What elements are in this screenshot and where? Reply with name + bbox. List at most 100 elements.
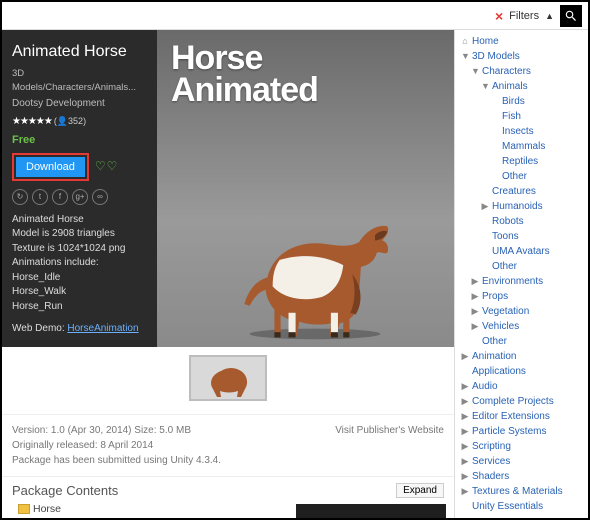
category-item[interactable]: ▶Vehicles (461, 319, 582, 334)
thumbnail[interactable] (189, 355, 267, 401)
arrow-icon: ▶ (461, 441, 469, 453)
category-item[interactable]: ▶Editor Extensions (461, 409, 582, 424)
download-highlight: Download (12, 153, 89, 181)
category-label: Animation (472, 350, 516, 363)
category-item[interactable]: ▶Complete Projects (461, 394, 582, 409)
category-item[interactable]: Insects (461, 124, 582, 139)
category-item[interactable]: UMA Avatars (461, 244, 582, 259)
category-list: ⌂Home▼3D Models▼Characters▼AnimalsBirdsF… (461, 34, 582, 514)
rating-count: (👤352) (54, 116, 86, 126)
category-item[interactable]: ▶Textures & Materials (461, 484, 582, 499)
asset-breadcrumb[interactable]: 3D Models/Characters/Animals... (12, 67, 147, 95)
category-label: Toons (492, 230, 519, 243)
category-label: Applications (472, 365, 526, 378)
category-item[interactable]: Other (461, 169, 582, 184)
category-item[interactable]: ▶Shaders (461, 469, 582, 484)
category-item[interactable]: ▶Audio (461, 379, 582, 394)
filters-label[interactable]: Filters (509, 10, 539, 22)
arrow-icon: ▶ (471, 306, 479, 318)
category-label: Environments (482, 275, 543, 288)
package-title: Package Contents (12, 483, 118, 498)
share-icon[interactable]: ↻ (12, 189, 28, 205)
category-label: Textures & Materials (472, 485, 563, 498)
category-item[interactable]: ▶Scripting (461, 439, 582, 454)
category-item[interactable]: ▶Animation (461, 349, 582, 364)
category-label: Shaders (472, 470, 509, 483)
main-area: Animated Horse 3D Models/Characters/Anim… (2, 30, 588, 518)
category-item[interactable]: Fish (461, 109, 582, 124)
category-label: Particle Systems (472, 425, 546, 438)
publisher-website-link[interactable]: Visit Publisher's Website (335, 423, 444, 438)
category-item[interactable]: ⌂Home (461, 34, 582, 49)
close-icon[interactable]: × (495, 8, 503, 24)
package-header: Package Contents Expand (2, 477, 454, 500)
category-item[interactable]: Mammals (461, 139, 582, 154)
arrow-icon: ▶ (461, 351, 469, 363)
category-item[interactable]: Applications (461, 364, 582, 379)
favorite-icon[interactable]: ♡♡ (95, 158, 119, 175)
category-label: Fish (502, 110, 521, 123)
asset-rating: ★★★★★(👤352) (12, 115, 147, 130)
category-item[interactable]: ▶Services (461, 454, 582, 469)
meta-released: Originally released: 8 April 2014 (12, 438, 444, 453)
category-label: Other (492, 260, 517, 273)
category-label: Audio (472, 380, 498, 393)
category-label: Complete Projects (472, 395, 554, 408)
arrow-icon: ▶ (471, 291, 479, 303)
category-item[interactable]: Birds (461, 94, 582, 109)
category-label: Creatures (492, 185, 536, 198)
twitter-icon[interactable]: t (32, 189, 48, 205)
web-demo: Web Demo: HorseAnimation (12, 322, 147, 337)
top-bar: × Filters ▲ (2, 2, 588, 30)
arrow-icon: ▶ (471, 321, 479, 333)
arrow-icon: ▶ (461, 486, 469, 498)
category-label: Humanoids (492, 200, 543, 213)
category-item[interactable]: ▶Particle Systems (461, 424, 582, 439)
triangle-up-icon[interactable]: ▲ (545, 11, 554, 21)
search-icon (564, 9, 578, 23)
facebook-icon[interactable]: f (52, 189, 68, 205)
category-item[interactable]: Other (461, 334, 582, 349)
category-item[interactable]: Toons (461, 229, 582, 244)
category-item[interactable]: ▶Props (461, 289, 582, 304)
category-label: Mammals (502, 140, 545, 153)
arrow-icon: ▶ (471, 276, 479, 288)
category-item[interactable]: ▶Vegetation (461, 304, 582, 319)
tree-label: Animation (45, 517, 92, 518)
category-label: Other (482, 335, 507, 348)
search-button[interactable] (560, 5, 582, 27)
tree-label: Horse (33, 503, 61, 515)
tree-row[interactable]: Horse (8, 502, 288, 516)
category-label: Home (472, 35, 499, 48)
category-item[interactable]: Creatures (461, 184, 582, 199)
arrow-icon: ▼ (461, 51, 469, 63)
arrow-icon: ▼ (481, 81, 489, 93)
expand-button[interactable]: Expand (396, 483, 444, 498)
meta-submitted: Package has been submitted using Unity 4… (12, 453, 444, 468)
category-item[interactable]: Other (461, 259, 582, 274)
web-demo-link[interactable]: HorseAnimation (67, 323, 138, 334)
category-label: Characters (482, 65, 531, 78)
arrow-icon: ▶ (461, 396, 469, 408)
category-item[interactable]: Robots (461, 214, 582, 229)
gplus-icon[interactable]: g+ (72, 189, 88, 205)
link-icon[interactable]: ∞ (92, 189, 108, 205)
category-item[interactable]: Unity Essentials (461, 499, 582, 514)
asset-vendor[interactable]: Dootsy Development (12, 97, 147, 112)
category-label: Scripting (472, 440, 511, 453)
category-item[interactable]: ▶Humanoids (461, 199, 582, 214)
category-item[interactable]: ▼Characters (461, 64, 582, 79)
arrow-icon: ▶ (461, 426, 469, 438)
tree-row[interactable]: Animation (8, 516, 288, 518)
category-label: 3D Models (472, 50, 520, 63)
category-sidebar: ⌂Home▼3D Models▼Characters▼AnimalsBirdsF… (454, 30, 588, 518)
category-item[interactable]: Reptiles (461, 154, 582, 169)
asset-preview[interactable]: HorseAnimated (157, 30, 454, 347)
preview-overlay-text: HorseAnimated (171, 42, 318, 107)
category-label: Unity Essentials (472, 500, 543, 513)
download-button[interactable]: Download (16, 157, 85, 177)
category-item[interactable]: ▶Environments (461, 274, 582, 289)
category-item[interactable]: ▼Animals (461, 79, 582, 94)
category-item[interactable]: ▼3D Models (461, 49, 582, 64)
category-label: Animals (492, 80, 528, 93)
